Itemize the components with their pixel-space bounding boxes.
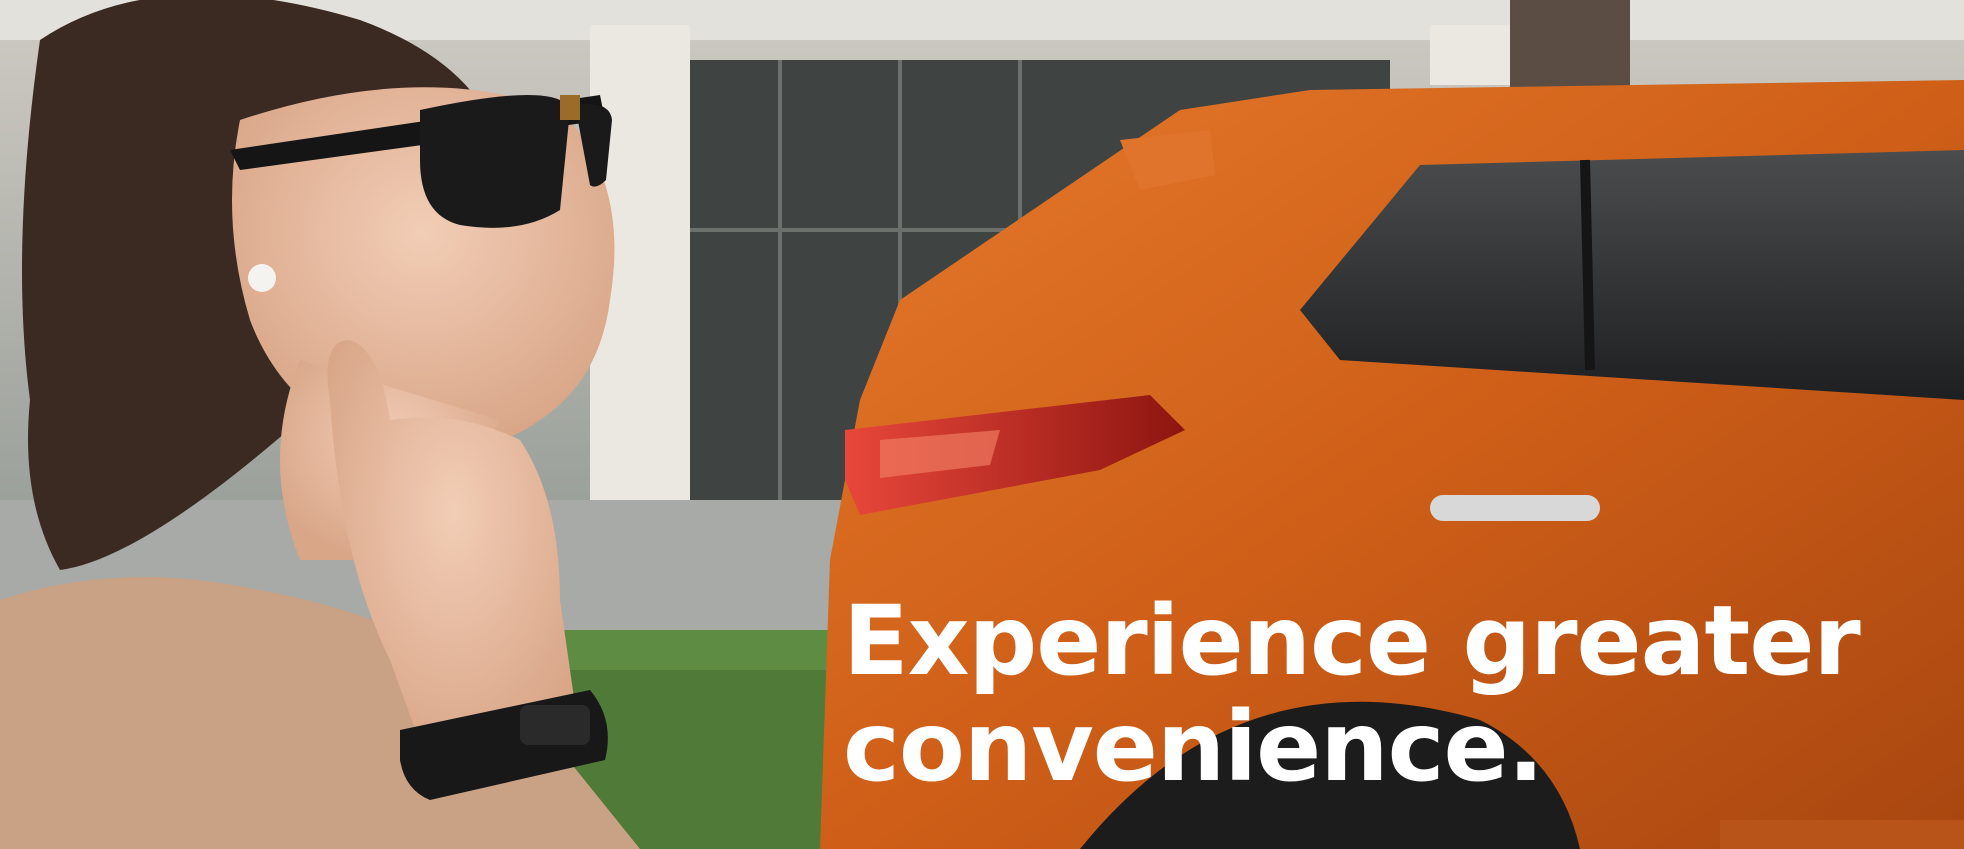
earring <box>248 264 276 292</box>
headline: Experience greater convenience. <box>843 588 1943 800</box>
headline-line-1: Experience greater <box>843 585 1861 697</box>
door-handle <box>1430 495 1600 521</box>
hero-banner: Experience greater convenience. <box>0 0 1964 849</box>
headline-line-2: convenience. <box>843 691 1544 803</box>
building-column-right <box>1430 25 1520 85</box>
tree-trunk <box>1510 0 1630 90</box>
